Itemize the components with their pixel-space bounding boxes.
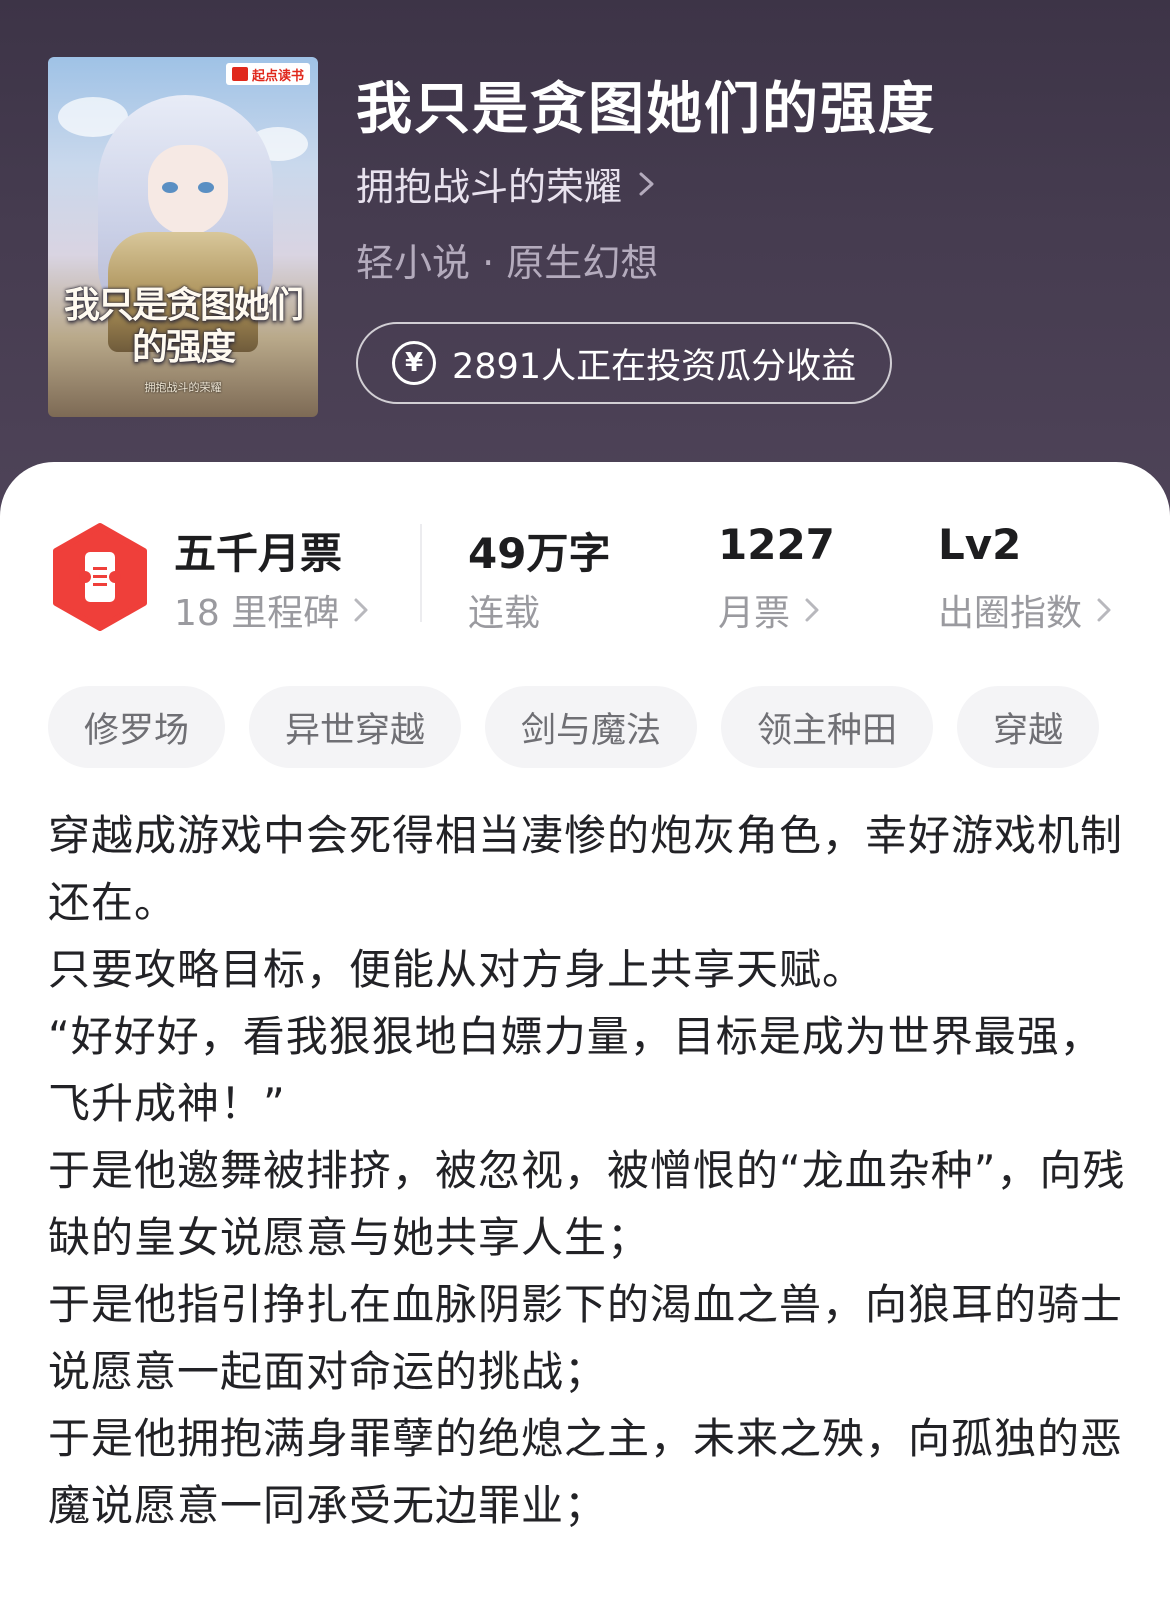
book-title: 我只是贪图她们的强度 — [356, 77, 936, 142]
qidian-logo-icon — [231, 67, 248, 81]
cover-character-eye — [162, 182, 178, 193]
cover-character-eye — [198, 182, 214, 193]
monthly-ticket-count: 1227 — [718, 520, 835, 569]
cover-author-text: 拥抱战斗的荣耀 — [144, 381, 222, 394]
milestone-sub: 18 里程碑 — [174, 584, 369, 636]
tag-chip[interactable]: 领主种田 — [721, 686, 934, 768]
invest-button[interactable]: ¥ 2891人正在投资瓜分收益 — [356, 322, 892, 404]
stats-row: 五千月票 18 里程碑 49万字 连载 1227 月票 Lv2 出圈指数 — [0, 462, 1170, 662]
yen-coin-icon: ¥ — [392, 341, 436, 385]
description-paragraph: 于是他指引挣扎在血脉阴影下的渴血之兽，向狼耳的骑士说愿意一起面对命运的挑战； — [48, 1280, 1124, 1396]
cover-character-face — [148, 145, 228, 235]
chevron-right-icon — [354, 598, 368, 622]
genre-text: 轻小说 · 原生幻想 — [356, 241, 659, 285]
milestone-title: 五千月票 — [174, 529, 343, 578]
book-detail-page: 起点读书 我只是贪图她们的强度 拥抱战斗的荣耀 我只是贪图她们的强度 拥抱战斗的… — [0, 0, 1170, 1624]
description-paragraph: “好好好，看我狠狠地白嫖力量，目标是成为世界最强，飞升成神！” — [48, 1012, 1103, 1128]
popularity-label: 出圈指数 — [938, 593, 1083, 634]
monthly-ticket-label: 月票 — [718, 593, 791, 634]
book-description[interactable]: 穿越成游戏中会死得相当凄惨的炮灰角色，幸好游戏机制还在。 只要攻略目标，便能从对… — [48, 802, 1128, 1539]
serial-status: 连载 — [468, 593, 541, 634]
tag-list: 修罗场 异世穿越 剑与魔法 领主种田 穿越 — [48, 686, 1100, 768]
popularity-sub: 出圈指数 — [938, 584, 1112, 636]
monthly-ticket-sub: 月票 — [718, 584, 820, 636]
author-name: 拥抱战斗的荣耀 — [356, 165, 623, 209]
word-count-title: 49万字 — [468, 529, 611, 578]
tag-chip[interactable]: 剑与魔法 — [485, 686, 698, 768]
tag-chip[interactable]: 穿越 — [957, 686, 1100, 768]
tag-chip[interactable]: 异世穿越 — [249, 686, 462, 768]
cover-publisher-badge: 起点读书 — [225, 63, 310, 85]
chevron-right-icon — [639, 172, 654, 195]
description-paragraph: 于是他邀舞被排挤，被忽视，被憎恨的“龙血杂种”，向残缺的皇女说愿意与她共享人生； — [48, 1146, 1126, 1262]
stat-divider — [420, 524, 422, 622]
monthly-ticket-hex-icon — [53, 523, 147, 631]
book-info-card: 五千月票 18 里程碑 49万字 连载 1227 月票 Lv2 出圈指数 修罗场… — [0, 462, 1170, 1624]
author-link[interactable]: 拥抱战斗的荣耀 — [356, 156, 658, 211]
description-paragraph: 穿越成游戏中会死得相当凄惨的炮灰角色，幸好游戏机制还在。 — [48, 811, 1124, 927]
book-header: 起点读书 我只是贪图她们的强度 拥抱战斗的荣耀 我只是贪图她们的强度 拥抱战斗的… — [0, 0, 1170, 520]
invest-label: 2891人正在投资瓜分收益 — [452, 346, 857, 387]
milestone-sub-text: 18 里程碑 — [174, 593, 340, 634]
cover-title-art: 我只是贪图她们的强度 — [63, 285, 304, 368]
chevron-right-icon — [805, 598, 819, 622]
description-paragraph: 只要攻略目标，便能从对方身上共享天赋。 — [48, 945, 866, 994]
popularity-level: Lv2 — [938, 520, 1022, 569]
tag-chip[interactable]: 修罗场 — [48, 686, 226, 768]
description-paragraph: 于是他拥抱满身罪孽的绝熄之主，未来之殃，向孤独的恶魔说愿意一同承受无边罪业； — [48, 1414, 1124, 1530]
chevron-right-icon — [1097, 598, 1111, 622]
book-cover[interactable]: 起点读书 我只是贪图她们的强度 拥抱战斗的荣耀 — [48, 57, 318, 417]
cover-badge-text: 起点读书 — [251, 68, 304, 84]
